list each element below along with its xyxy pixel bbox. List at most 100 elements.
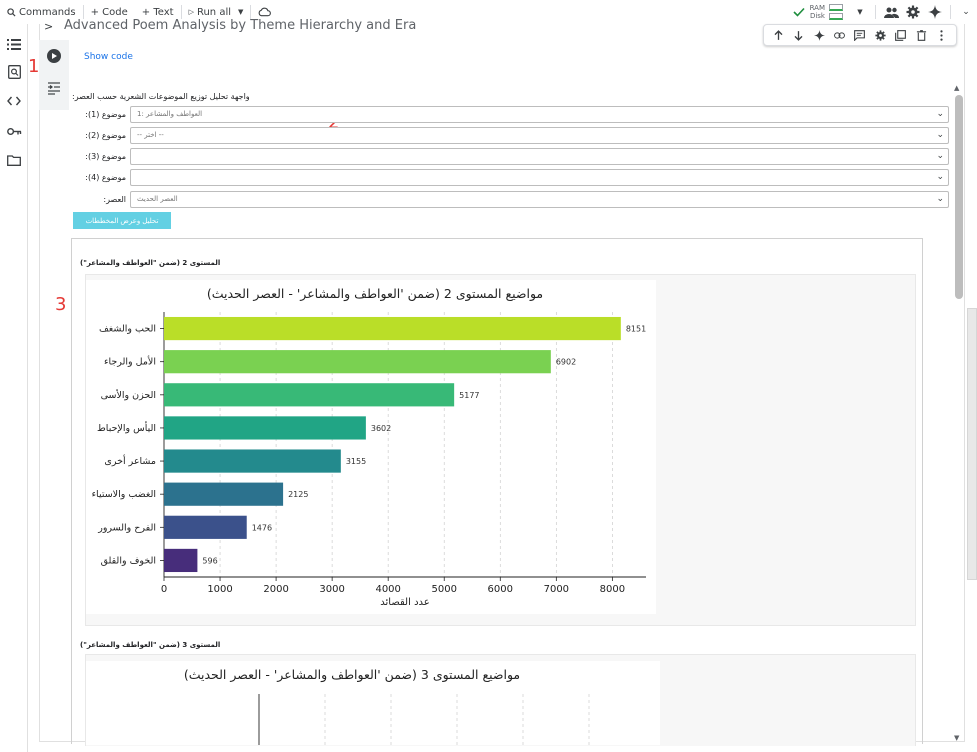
add-code-label: + Code [90,6,128,18]
find-replace-icon[interactable] [5,63,23,81]
section-collapse-chevron-icon[interactable]: > [44,20,53,33]
collapse-chevron-icon[interactable]: ⌄ [955,1,977,23]
gemini-sparkle-icon[interactable] [924,1,946,23]
level-2-section-label: المستوى 2 (ضمن "العواطف والمشاعر") [80,259,221,267]
bar-value-label: 3602 [371,424,391,433]
bar [164,316,621,341]
ram-bar [829,4,843,11]
commands-label: Commands [19,6,76,18]
cloud-icon [259,7,272,17]
chart-title: مواضيع المستوى 2 (ضمن 'العواطف والمشاعر'… [207,286,543,302]
analyze-button[interactable]: تحليل وعرض المخططات [73,212,171,229]
resource-dropdown-icon[interactable]: ▼ [849,1,871,23]
run-all-label: Run all [196,6,232,18]
move-down-icon[interactable] [793,26,804,45]
play-small-icon: ▷ [188,8,194,16]
x-tick-label: 5000 [432,584,457,595]
resource-bars[interactable] [829,4,843,20]
level-2-bar-chart: 0 1000 2000 3000 4000 5000 6000 7000 8000 8151 الح… [86,280,656,614]
category-label: الأمل والرجاء [104,356,156,368]
scroll-thumb[interactable] [955,95,963,299]
x-tick-label: 1000 [207,584,232,595]
add-text-label: + Text [141,6,174,18]
link-icon[interactable] [834,26,845,45]
bar-value-label: 3155 [346,457,366,466]
bar-value-label: 2125 [288,490,308,499]
level-3-bar-chart: مواضيع المستوى 3 (ضمن 'العواطف والمشاعر'… [86,661,660,745]
run-cell-button[interactable] [47,49,61,63]
chevron-down-icon: ⌄ [936,150,944,161]
files-folder-icon[interactable] [5,151,23,169]
theme-2-value: -- اختر -- [137,131,164,139]
bar-value-label: 1476 [252,523,272,532]
gemini-sparkle-icon[interactable] [813,26,825,45]
delete-trash-icon[interactable] [916,26,927,45]
theme-2-select[interactable]: -- اختر -- ⌄ [130,126,949,144]
scroll-up-arrow-icon[interactable]: ▲ [954,84,959,92]
copy-to-tab-icon[interactable] [895,26,907,45]
category-label: الغضب والاستياء [92,489,156,500]
theme-1-row: موضوع (1): العواطف والمشاعر :1 ⌄ [72,105,949,123]
theme-1-label: موضوع (1): [85,109,126,119]
x-tick-label: 7000 [544,584,569,595]
cell-heading: Advanced Poem Analysis by Theme Hierarch… [64,18,417,33]
x-tick-label: 0 [161,584,167,595]
theme-2-label: موضوع (2): [85,130,126,140]
x-tick-label: 3000 [319,584,344,595]
chart-title: مواضيع المستوى 3 (ضمن 'العواطف والمشاعر'… [184,667,520,683]
x-axis-label: عدد القصائد [380,597,429,608]
comment-icon[interactable] [854,26,866,45]
more-vert-icon[interactable] [936,26,947,45]
bar [164,449,341,473]
resource-labels[interactable]: RAM Disk [810,4,825,20]
left-rail [0,24,28,752]
theme-3-row: موضوع (3): ⌄ [72,147,949,165]
caret-down-icon[interactable]: ▼ [238,8,243,16]
category-label: مشاعر أخرى [104,454,156,467]
code-snippets-icon[interactable] [5,92,23,110]
cell-toolbar [763,24,957,46]
bar [164,416,366,440]
show-code-link[interactable]: Show code [84,52,133,62]
x-tick-label: 6000 [488,584,513,595]
chevron-down-icon: ⌄ [936,171,944,182]
theme-3-select[interactable]: ⌄ [130,147,949,165]
search-icon [7,7,16,17]
page-scrollbar-thumb[interactable] [967,308,977,580]
x-tick-label: 2000 [263,584,288,595]
x-tick-label: 8000 [600,584,625,595]
move-up-icon[interactable] [773,26,784,45]
theme-4-row: موضوع (4): ⌄ [72,168,949,186]
check-icon [788,1,810,23]
chevron-down-icon: ⌄ [936,193,944,204]
theme-3-label: موضوع (3): [85,151,126,161]
disk-bar [829,13,843,20]
chevron-down-icon: ⌄ [936,129,944,140]
x-tick-label: 4000 [375,584,400,595]
bar-value-label: 596 [202,556,217,565]
settings-gear-icon[interactable] [875,26,886,45]
category-label: الفرح والسرور [97,522,156,533]
theme-1-select[interactable]: العواطف والمشاعر :1 ⌄ [130,105,949,123]
bar [164,383,455,407]
disk-label: Disk [809,12,825,20]
chevron-down-icon: ⌄ [936,108,944,119]
share-people-icon[interactable] [880,1,902,23]
level-3-section-label: المستوى 3 (ضمن "العواطف والمشاعر") [80,641,221,649]
era-select[interactable]: العصر الحديث ⌄ [130,190,949,208]
secrets-key-icon[interactable] [5,122,23,140]
category-label: الخوف والقلق [101,555,156,566]
category-label: الحب والشغف [99,324,156,335]
annotation-number-1: 1 [28,56,40,77]
ram-label: RAM [809,4,825,12]
era-value: العصر الحديث [137,195,178,203]
separator [950,5,951,19]
toc-list-icon[interactable] [5,35,23,53]
theme-4-select[interactable]: ⌄ [130,168,949,186]
widget-title: واجهة تحليل توزيع الموضوعات الشعرية حسب … [72,92,250,101]
output-actions-icon[interactable] [47,80,61,95]
category-label: اليأس والإحباط [97,421,156,434]
scroll-down-arrow-icon[interactable]: ▼ [954,734,959,742]
settings-gear-icon[interactable] [902,1,924,23]
bar [164,350,551,374]
